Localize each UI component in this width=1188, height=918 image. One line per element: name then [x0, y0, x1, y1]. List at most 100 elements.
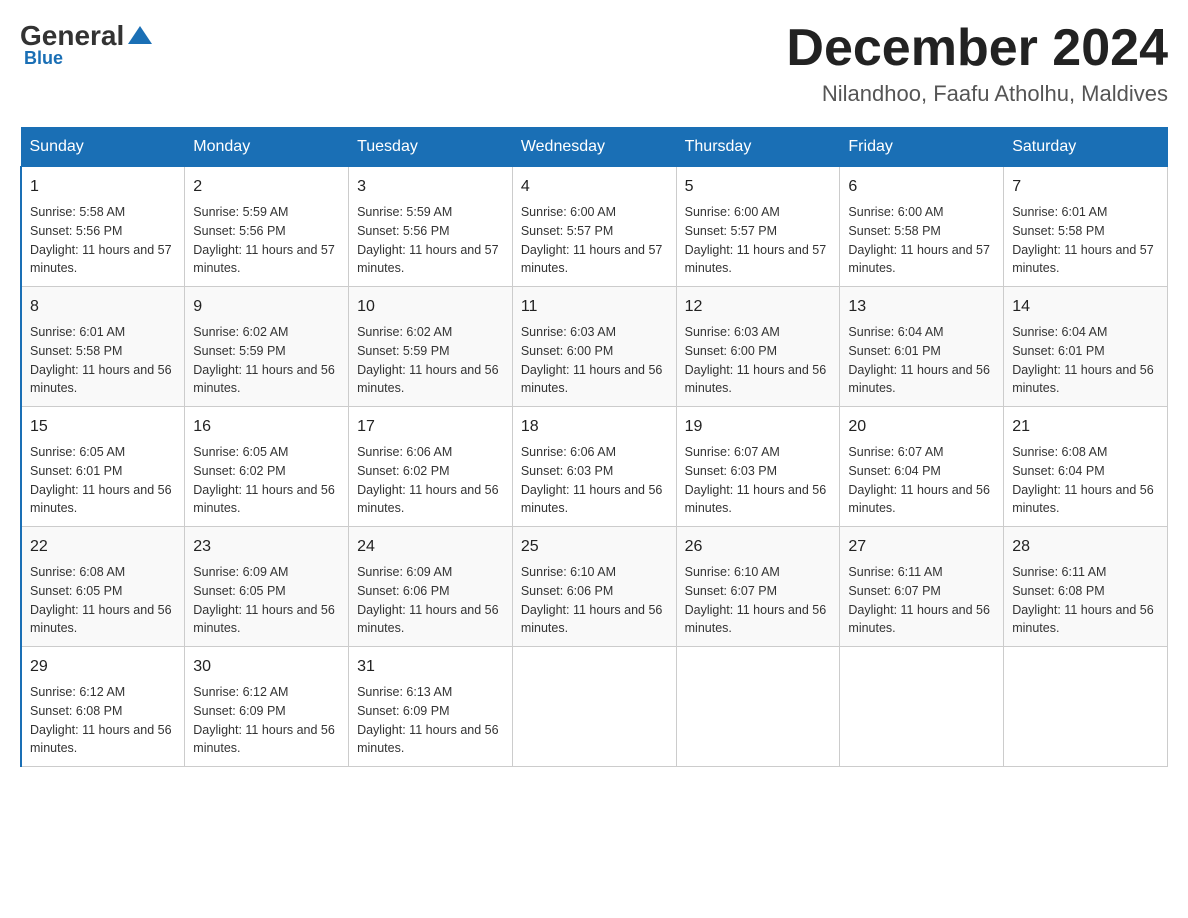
- day-info: Sunrise: 6:03 AMSunset: 6:00 PMDaylight:…: [685, 323, 832, 398]
- header-tuesday: Tuesday: [349, 128, 513, 167]
- calendar-cell: 12 Sunrise: 6:03 AMSunset: 6:00 PMDayligh…: [676, 287, 840, 407]
- day-number: 19: [685, 415, 832, 439]
- day-info: Sunrise: 6:04 AMSunset: 6:01 PMDaylight:…: [1012, 323, 1159, 398]
- day-number: 24: [357, 535, 504, 559]
- calendar-cell: 22 Sunrise: 6:08 AMSunset: 6:05 PMDayligh…: [21, 527, 185, 647]
- day-info: Sunrise: 6:11 AMSunset: 6:08 PMDaylight:…: [1012, 563, 1159, 638]
- logo: General Blue: [20, 20, 154, 69]
- location-text: Nilandhoo, Faafu Atholhu, Maldives: [786, 81, 1168, 107]
- calendar-cell: 8 Sunrise: 6:01 AMSunset: 5:58 PMDaylight…: [21, 287, 185, 407]
- calendar-table: SundayMondayTuesdayWednesdayThursdayFrid…: [20, 127, 1168, 767]
- calendar-cell: [676, 647, 840, 767]
- page-header: General Blue December 2024 Nilandhoo, Fa…: [20, 20, 1168, 107]
- calendar-cell: 16 Sunrise: 6:05 AMSunset: 6:02 PMDayligh…: [185, 407, 349, 527]
- day-info: Sunrise: 6:00 AMSunset: 5:57 PMDaylight:…: [685, 203, 832, 278]
- day-number: 27: [848, 535, 995, 559]
- calendar-cell: 26 Sunrise: 6:10 AMSunset: 6:07 PMDayligh…: [676, 527, 840, 647]
- calendar-cell: 9 Sunrise: 6:02 AMSunset: 5:59 PMDaylight…: [185, 287, 349, 407]
- day-number: 7: [1012, 175, 1159, 199]
- day-number: 31: [357, 655, 504, 679]
- day-number: 18: [521, 415, 668, 439]
- calendar-cell: 29Sunrise: 6:12 AMSunset: 6:08 PMDayligh…: [21, 647, 185, 767]
- day-number: 17: [357, 415, 504, 439]
- day-info: Sunrise: 6:06 AMSunset: 6:03 PMDaylight:…: [521, 443, 668, 518]
- day-number: 16: [193, 415, 340, 439]
- calendar-cell: 4Sunrise: 6:00 AMSunset: 5:57 PMDaylight…: [512, 167, 676, 287]
- day-info: Sunrise: 5:59 AMSunset: 5:56 PMDaylight:…: [357, 203, 504, 278]
- day-number: 3: [357, 175, 504, 199]
- day-number: 21: [1012, 415, 1159, 439]
- day-info: Sunrise: 5:59 AMSunset: 5:56 PMDaylight:…: [193, 203, 340, 278]
- day-info: Sunrise: 6:09 AMSunset: 6:05 PMDaylight:…: [193, 563, 340, 638]
- calendar-cell: 25 Sunrise: 6:10 AMSunset: 6:06 PMDayligh…: [512, 527, 676, 647]
- day-info: Sunrise: 6:04 AMSunset: 6:01 PMDaylight:…: [848, 323, 995, 398]
- day-number: 22: [30, 535, 176, 559]
- day-number: 29: [30, 655, 176, 679]
- calendar-cell: 19 Sunrise: 6:07 AMSunset: 6:03 PMDayligh…: [676, 407, 840, 527]
- calendar-cell: 10 Sunrise: 6:02 AMSunset: 5:59 PMDayligh…: [349, 287, 513, 407]
- day-info: Sunrise: 6:05 AMSunset: 6:01 PMDaylight:…: [30, 443, 176, 518]
- day-number: 11: [521, 295, 668, 319]
- day-info: Sunrise: 6:06 AMSunset: 6:02 PMDaylight:…: [357, 443, 504, 518]
- day-number: 12: [685, 295, 832, 319]
- day-info: Sunrise: 5:58 AMSunset: 5:56 PMDaylight:…: [30, 203, 176, 278]
- day-number: 28: [1012, 535, 1159, 559]
- day-info: Sunrise: 6:05 AMSunset: 6:02 PMDaylight:…: [193, 443, 340, 518]
- calendar-cell: 23 Sunrise: 6:09 AMSunset: 6:05 PMDayligh…: [185, 527, 349, 647]
- day-info: Sunrise: 6:03 AMSunset: 6:00 PMDaylight:…: [521, 323, 668, 398]
- day-info: Sunrise: 6:02 AMSunset: 5:59 PMDaylight:…: [193, 323, 340, 398]
- day-number: 30: [193, 655, 340, 679]
- calendar-cell: 21 Sunrise: 6:08 AMSunset: 6:04 PMDayligh…: [1004, 407, 1168, 527]
- header-thursday: Thursday: [676, 128, 840, 167]
- calendar-cell: [840, 647, 1004, 767]
- day-info: Sunrise: 6:08 AMSunset: 6:05 PMDaylight:…: [30, 563, 176, 638]
- day-number: 26: [685, 535, 832, 559]
- calendar-cell: 14Sunrise: 6:04 AMSunset: 6:01 PMDayligh…: [1004, 287, 1168, 407]
- day-info: Sunrise: 6:02 AMSunset: 5:59 PMDaylight:…: [357, 323, 504, 398]
- header-sunday: Sunday: [21, 128, 185, 167]
- day-info: Sunrise: 6:10 AMSunset: 6:07 PMDaylight:…: [685, 563, 832, 638]
- day-number: 25: [521, 535, 668, 559]
- month-title: December 2024: [786, 20, 1168, 77]
- day-info: Sunrise: 6:12 AMSunset: 6:09 PMDaylight:…: [193, 683, 340, 758]
- calendar-week-1: 1 Sunrise: 5:58 AMSunset: 5:56 PMDaylight…: [21, 167, 1168, 287]
- day-info: Sunrise: 6:00 AMSunset: 5:58 PMDaylight:…: [848, 203, 995, 278]
- day-number: 20: [848, 415, 995, 439]
- header-wednesday: Wednesday: [512, 128, 676, 167]
- calendar-cell: 18 Sunrise: 6:06 AMSunset: 6:03 PMDayligh…: [512, 407, 676, 527]
- calendar-cell: 20 Sunrise: 6:07 AMSunset: 6:04 PMDayligh…: [840, 407, 1004, 527]
- title-section: December 2024 Nilandhoo, Faafu Atholhu, …: [786, 20, 1168, 107]
- calendar-cell: 28 Sunrise: 6:11 AMSunset: 6:08 PMDayligh…: [1004, 527, 1168, 647]
- day-number: 8: [30, 295, 176, 319]
- calendar-cell: 11 Sunrise: 6:03 AMSunset: 6:00 PMDayligh…: [512, 287, 676, 407]
- header-friday: Friday: [840, 128, 1004, 167]
- calendar-cell: 27Sunrise: 6:11 AMSunset: 6:07 PMDayligh…: [840, 527, 1004, 647]
- day-info: Sunrise: 6:01 AMSunset: 5:58 PMDaylight:…: [30, 323, 176, 398]
- calendar-cell: 7 Sunrise: 6:01 AMSunset: 5:58 PMDaylight…: [1004, 167, 1168, 287]
- calendar-cell: 13Sunrise: 6:04 AMSunset: 6:01 PMDayligh…: [840, 287, 1004, 407]
- day-info: Sunrise: 6:07 AMSunset: 6:04 PMDaylight:…: [848, 443, 995, 518]
- calendar-cell: [512, 647, 676, 767]
- day-info: Sunrise: 6:13 AMSunset: 6:09 PMDaylight:…: [357, 683, 504, 758]
- logo-icon: [126, 22, 154, 50]
- calendar-week-4: 22 Sunrise: 6:08 AMSunset: 6:05 PMDayligh…: [21, 527, 1168, 647]
- calendar-cell: 6Sunrise: 6:00 AMSunset: 5:58 PMDaylight…: [840, 167, 1004, 287]
- day-info: Sunrise: 6:00 AMSunset: 5:57 PMDaylight:…: [521, 203, 668, 278]
- calendar-week-5: 29Sunrise: 6:12 AMSunset: 6:08 PMDayligh…: [21, 647, 1168, 767]
- calendar-cell: 30 Sunrise: 6:12 AMSunset: 6:09 PMDayligh…: [185, 647, 349, 767]
- day-number: 1: [30, 175, 176, 199]
- day-info: Sunrise: 6:07 AMSunset: 6:03 PMDaylight:…: [685, 443, 832, 518]
- calendar-cell: 3 Sunrise: 5:59 AMSunset: 5:56 PMDaylight…: [349, 167, 513, 287]
- calendar-cell: 24 Sunrise: 6:09 AMSunset: 6:06 PMDayligh…: [349, 527, 513, 647]
- calendar-cell: 15Sunrise: 6:05 AMSunset: 6:01 PMDayligh…: [21, 407, 185, 527]
- day-number: 23: [193, 535, 340, 559]
- logo-sub-text: Blue: [24, 48, 63, 69]
- day-info: Sunrise: 6:01 AMSunset: 5:58 PMDaylight:…: [1012, 203, 1159, 278]
- day-number: 9: [193, 295, 340, 319]
- calendar-cell: 17 Sunrise: 6:06 AMSunset: 6:02 PMDayligh…: [349, 407, 513, 527]
- day-info: Sunrise: 6:10 AMSunset: 6:06 PMDaylight:…: [521, 563, 668, 638]
- day-info: Sunrise: 6:09 AMSunset: 6:06 PMDaylight:…: [357, 563, 504, 638]
- day-number: 10: [357, 295, 504, 319]
- calendar-week-2: 8 Sunrise: 6:01 AMSunset: 5:58 PMDaylight…: [21, 287, 1168, 407]
- day-info: Sunrise: 6:08 AMSunset: 6:04 PMDaylight:…: [1012, 443, 1159, 518]
